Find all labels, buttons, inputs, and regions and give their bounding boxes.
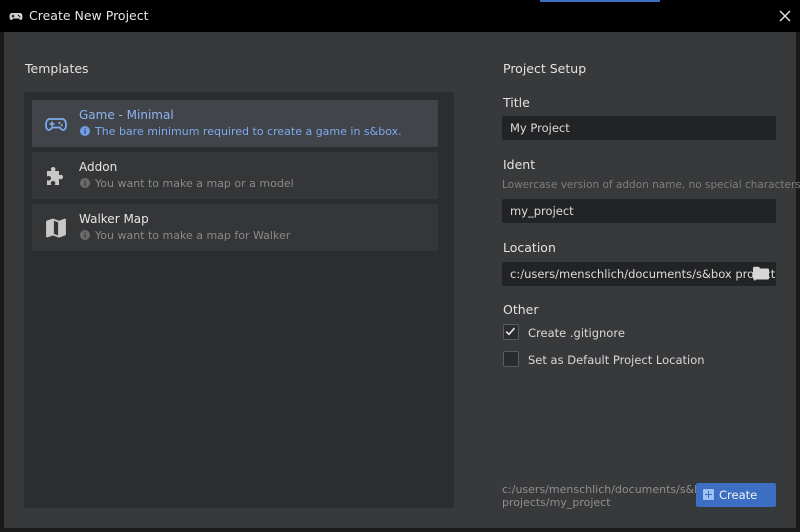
- template-name: Addon: [79, 160, 118, 174]
- map-icon: [46, 218, 66, 238]
- info-icon: [80, 126, 90, 136]
- project-path-line: projects/my_project: [502, 496, 611, 509]
- template-description: You want to make a map for Walker: [95, 229, 291, 242]
- gitignore-checkbox[interactable]: [503, 324, 519, 340]
- info-icon: [80, 230, 90, 240]
- close-icon[interactable]: [778, 9, 792, 23]
- create-button-label: Create: [719, 488, 758, 502]
- create-button[interactable]: Create: [696, 483, 776, 507]
- ident-label: Ident: [503, 157, 536, 172]
- checkmark-icon: [505, 327, 516, 336]
- window-title: Create New Project: [29, 8, 149, 23]
- default-location-checkbox[interactable]: [503, 351, 519, 367]
- template-name: Game - Minimal: [79, 108, 174, 122]
- templates-heading: Templates: [25, 61, 89, 76]
- project-path-line: c:/users/menschlich/documents/s&box: [502, 483, 715, 496]
- folder-icon[interactable]: [752, 265, 770, 281]
- title-bar: Create New Project: [0, 0, 800, 32]
- ident-input[interactable]: my_project: [502, 199, 776, 223]
- template-name: Walker Map: [79, 212, 149, 226]
- title-bar-accent: [540, 0, 660, 2]
- project-path-preview: c:/users/menschlich/documents/s&box proj…: [502, 483, 715, 509]
- title-input[interactable]: My Project: [502, 116, 776, 140]
- template-item-game-minimal[interactable]: Game - Minimal The bare minimum required…: [32, 100, 438, 147]
- gamepad-icon: [45, 118, 67, 131]
- template-item-walker-map[interactable]: Walker Map You want to make a map for Wa…: [32, 204, 438, 251]
- title-label: Title: [503, 95, 530, 110]
- info-icon: [80, 178, 90, 188]
- template-description: The bare minimum required to create a ga…: [95, 125, 402, 138]
- default-location-label: Set as Default Project Location: [528, 353, 705, 367]
- gitignore-label: Create .gitignore: [528, 326, 625, 340]
- puzzle-icon: [47, 167, 63, 185]
- templates-list: Game - Minimal The bare minimum required…: [24, 92, 454, 508]
- location-label: Location: [503, 240, 556, 255]
- template-item-addon[interactable]: Addon You want to make a map or a model: [32, 152, 438, 199]
- project-setup-heading: Project Setup: [503, 61, 587, 76]
- template-description: You want to make a map or a model: [95, 177, 294, 190]
- gamepad-icon: [9, 13, 23, 20]
- plus-icon: [703, 489, 714, 500]
- location-input[interactable]: c:/users/menschlich/documents/s&box proj…: [502, 262, 776, 286]
- other-label: Other: [503, 302, 539, 317]
- ident-hint: Lowercase version of addon name, no spec…: [502, 179, 800, 191]
